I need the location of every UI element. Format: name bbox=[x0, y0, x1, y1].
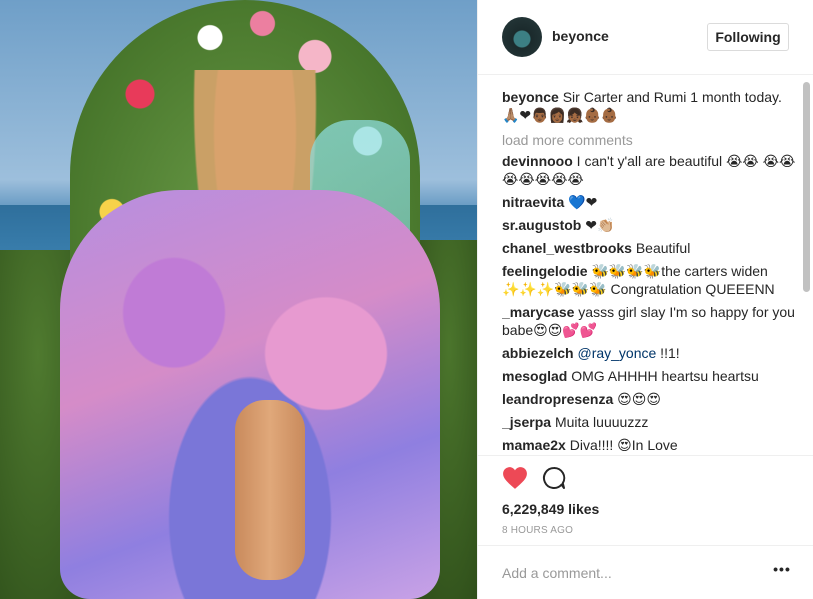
comment-item: _marycase yasss girl slay I'm so happy f… bbox=[502, 303, 798, 339]
comment-username[interactable]: _jserpa bbox=[502, 414, 551, 430]
post-username[interactable]: beyonce bbox=[552, 28, 609, 44]
caption: beyonce Sir Carter and Rumi 1 month toda… bbox=[502, 88, 798, 124]
comment-item: devinnooo I can't y'all are beautiful 😭😭… bbox=[502, 152, 798, 188]
comment-item: abbiezelch @ray_yonce !!1! bbox=[502, 344, 798, 362]
comment-username[interactable]: leandropresenza bbox=[502, 391, 613, 407]
comment-username[interactable]: abbiezelch bbox=[502, 345, 574, 361]
heart-icon[interactable] bbox=[502, 466, 528, 490]
comment-username[interactable]: feelingelodie bbox=[502, 263, 588, 279]
likes-count[interactable]: 6,229,849 likes bbox=[502, 501, 599, 517]
comment-text: Beautiful bbox=[635, 240, 691, 256]
comment-item: sr.augustob ❤👏🏼 bbox=[502, 216, 798, 234]
comment-item: nitraevita 💙❤ bbox=[502, 193, 798, 211]
comment-item: leandropresenza 😍😍😍 bbox=[502, 390, 798, 408]
more-options-button[interactable]: ••• bbox=[772, 562, 792, 582]
comment-text: 😍😍😍 bbox=[617, 391, 661, 407]
comments-list: beyonce Sir Carter and Rumi 1 month toda… bbox=[502, 88, 798, 452]
scrollbar-thumb[interactable] bbox=[803, 82, 810, 292]
post-timestamp: 8 HOURS AGO bbox=[502, 525, 574, 536]
avatar[interactable] bbox=[502, 17, 542, 57]
comment-username[interactable]: nitraevita bbox=[502, 194, 564, 210]
comment-username[interactable]: _marycase bbox=[502, 304, 574, 320]
comment-item: feelingelodie 🐝🐝🐝🐝the carters widen ✨✨✨🐝… bbox=[502, 262, 798, 298]
following-button[interactable]: Following bbox=[707, 23, 789, 51]
add-comment-bar: ••• bbox=[478, 545, 813, 599]
comment-item: mamae2x Diva!!!! 😍In Love bbox=[502, 436, 798, 452]
comment-username[interactable]: mamae2x bbox=[502, 437, 566, 452]
comment-icon[interactable] bbox=[542, 466, 566, 490]
add-comment-input[interactable] bbox=[502, 560, 752, 586]
comment-text: 💙❤ bbox=[568, 194, 598, 210]
comment-username[interactable]: sr.augustob bbox=[502, 217, 581, 233]
comment-username[interactable]: devinnooo bbox=[502, 153, 573, 169]
comment-item: _jserpa Muita luuuuzzz bbox=[502, 413, 798, 431]
photo-legs bbox=[235, 400, 305, 580]
comment-text: ❤👏🏼 bbox=[585, 217, 615, 233]
post-header: beyonce Following bbox=[478, 0, 813, 75]
comment-text: !!1! bbox=[656, 345, 680, 361]
comment-text: OMG AHHHH heartsu heartsu bbox=[571, 368, 759, 384]
comment-text: Muita luuuuzzz bbox=[554, 414, 649, 430]
comment-item: mesoglad OMG AHHHH heartsu heartsu bbox=[502, 367, 798, 385]
post-photo[interactable] bbox=[0, 0, 477, 599]
load-more-comments-link[interactable]: load more comments bbox=[502, 131, 798, 149]
comment-text: Diva!!!! 😍In Love bbox=[569, 437, 678, 452]
comments-scrollbar[interactable] bbox=[803, 82, 810, 452]
comment-mention[interactable]: @ray_yonce bbox=[577, 345, 656, 361]
post-side-panel: beyonce Following beyonce Sir Carter and… bbox=[477, 0, 813, 599]
comment-item: chanel_westbrooks Beautiful bbox=[502, 239, 798, 257]
caption-username[interactable]: beyonce bbox=[502, 89, 559, 105]
post-actions: 6,229,849 likes 8 HOURS AGO bbox=[478, 455, 813, 545]
comment-username[interactable]: chanel_westbrooks bbox=[502, 240, 632, 256]
comment-username[interactable]: mesoglad bbox=[502, 368, 567, 384]
